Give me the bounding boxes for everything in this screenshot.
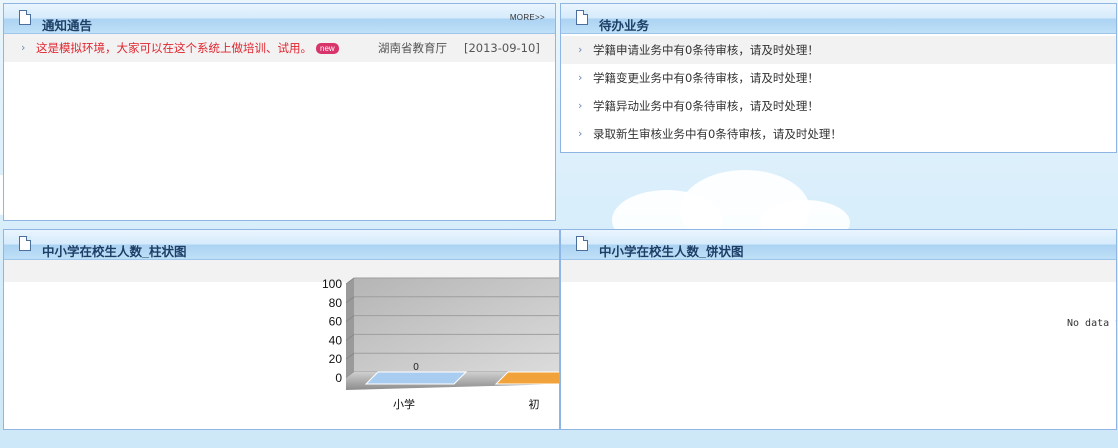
chevron-right-icon: › <box>578 127 583 140</box>
bar <box>364 371 468 385</box>
pie-chart-panel: 中小学在校生人数_饼状图 No data t <box>560 229 1117 430</box>
x-tick-label: 小学 <box>393 397 415 411</box>
y-tick-label: 100 <box>322 277 342 291</box>
plot-side-wall <box>346 278 354 378</box>
todo-item[interactable]: › 学籍变更业务中有0条待审核，请及时处理！ <box>561 64 1116 92</box>
todo-panel-header: 待办业务 <box>561 4 1116 34</box>
pie-chart-panel-header: 中小学在校生人数_饼状图 <box>561 230 1116 260</box>
document-icon <box>576 236 588 251</box>
y-tick-label: 60 <box>329 315 343 329</box>
notice-panel: 通知通告 MORE>> › 这是模拟环境，大家可以在这个系统上做培训、试用。 ne… <box>3 3 556 221</box>
bar <box>494 371 559 385</box>
bar-chart: 100 80 60 40 20 0 小学 0 初 <box>322 277 559 411</box>
notice-item-text[interactable]: 这是模拟环境，大家可以在这个系统上做培训、试用。 <box>36 41 312 55</box>
todo-panel: 待办业务 › 学籍申请业务中有0条待审核，请及时处理！ › 学籍变更业务中有0条… <box>560 3 1117 153</box>
document-icon <box>19 10 31 25</box>
bar-chart-panel-title: 中小学在校生人数_柱状图 <box>42 245 187 259</box>
y-tick-label: 20 <box>329 352 343 366</box>
chevron-right-icon: › <box>578 71 583 84</box>
pie-chart-panel-title: 中小学在校生人数_饼状图 <box>599 245 744 259</box>
notice-item-source: 湖南省教育厅 <box>378 41 447 55</box>
todo-item-text[interactable]: 学籍申请业务中有0条待审核，请及时处理！ <box>593 43 819 57</box>
notice-item[interactable]: › 这是模拟环境，大家可以在这个系统上做培训、试用。 new 湖南省教育厅 [20… <box>4 34 555 62</box>
chevron-right-icon: › <box>578 43 583 56</box>
bar-chart-panel: 中小学在校生人数_柱状图 100 80 60 40 20 0 小学 0 初 <box>3 229 560 430</box>
todo-item-text[interactable]: 录取新生审核业务中有0条待审核，请及时处理！ <box>593 127 842 141</box>
y-tick-label: 80 <box>329 296 343 310</box>
chart-toolbar-strip <box>561 260 1116 282</box>
todo-item[interactable]: › 录取新生审核业务中有0条待审核，请及时处理！ <box>561 120 1116 148</box>
no-data-message: No data t <box>1067 318 1117 329</box>
todo-item[interactable]: › 学籍申请业务中有0条待审核，请及时处理！ <box>561 36 1116 64</box>
todo-list: › 学籍申请业务中有0条待审核，请及时处理！ › 学籍变更业务中有0条待审核，请… <box>561 36 1116 148</box>
x-tick-label: 初 <box>529 397 540 411</box>
chevron-right-icon: › <box>578 99 583 112</box>
data-label: 0 <box>413 362 419 373</box>
todo-panel-title: 待办业务 <box>599 19 650 33</box>
plot-area: 100 80 60 40 20 0 小学 0 初 <box>322 277 559 411</box>
notice-panel-header: 通知通告 MORE>> <box>4 4 555 34</box>
more-link[interactable]: MORE>> <box>510 13 545 22</box>
bar-chart-panel-header: 中小学在校生人数_柱状图 <box>4 230 559 260</box>
todo-item-text[interactable]: 学籍异动业务中有0条待审核，请及时处理！ <box>593 99 819 113</box>
notice-list: › 这是模拟环境，大家可以在这个系统上做培训、试用。 new 湖南省教育厅 [20… <box>4 34 555 62</box>
new-badge: new <box>316 43 339 54</box>
notice-panel-title: 通知通告 <box>42 19 93 33</box>
chevron-right-icon: › <box>21 41 26 54</box>
plot-background <box>354 278 559 372</box>
notice-item-date: [2013-09-10] <box>464 41 540 55</box>
todo-item[interactable]: › 学籍异动业务中有0条待审核，请及时处理！ <box>561 92 1116 120</box>
document-icon <box>19 236 31 251</box>
document-icon <box>576 10 588 25</box>
y-tick-label: 0 <box>335 371 342 385</box>
todo-item-text[interactable]: 学籍变更业务中有0条待审核，请及时处理！ <box>593 71 819 85</box>
y-tick-label: 40 <box>329 333 343 347</box>
